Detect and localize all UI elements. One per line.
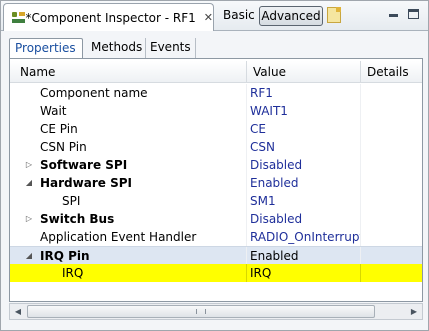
property-name: Software SPI (40, 158, 128, 172)
table-row[interactable]: IRQ IRQ (10, 264, 422, 282)
property-value[interactable]: SM1 (246, 192, 360, 210)
basic-button[interactable]: Basic (221, 8, 257, 24)
property-details (360, 120, 422, 138)
table-header: Name Value Details (10, 61, 422, 83)
column-header-details[interactable]: Details (360, 61, 422, 83)
property-value[interactable]: Enabled (246, 247, 360, 265)
minimize-icon[interactable] (389, 14, 398, 17)
properties-table: Name Value Details Component name RF1 Wait… (9, 58, 423, 302)
property-details (360, 210, 422, 228)
view-tab-title: *Component Inspector - RF1 (25, 10, 196, 25)
property-value[interactable]: WAIT1 (246, 102, 360, 120)
property-details (360, 138, 422, 156)
property-value[interactable]: CE (246, 120, 360, 138)
property-value[interactable]: Disabled (246, 210, 360, 228)
maximize-icon[interactable] (408, 9, 419, 19)
property-details (360, 84, 422, 102)
property-name: Component name (40, 86, 148, 100)
scroll-right-icon[interactable]: ▶ (406, 304, 422, 319)
property-value[interactable]: RF1 (246, 84, 360, 102)
tab-methods[interactable]: Methods (86, 38, 146, 59)
property-name: Hardware SPI (40, 176, 132, 190)
scrollbar-thumb[interactable] (27, 305, 375, 318)
property-name: CSN Pin (40, 140, 87, 154)
view-tab-component-inspector[interactable]: *Component Inspector - RF1 ✕ (3, 3, 214, 31)
property-name: Wait (40, 104, 67, 118)
scroll-left-icon[interactable]: ◀ (10, 304, 26, 319)
property-value[interactable]: Enabled (246, 174, 360, 192)
property-name: SPI (62, 194, 81, 208)
horizontal-scrollbar[interactable]: ◀ ▶ (9, 303, 423, 320)
column-header-value[interactable]: Value (246, 61, 360, 83)
property-value[interactable]: RADIO_OnInterrupt (246, 228, 360, 246)
property-value[interactable]: Disabled (246, 156, 360, 174)
table-row[interactable]: ▷ Software SPI Disabled (10, 156, 422, 174)
table-row[interactable]: Component name RF1 (10, 84, 422, 102)
property-details (360, 192, 422, 210)
table-body: Component name RF1 Wait WAIT1 CE Pin CE CSN Pi… (10, 84, 422, 282)
table-row[interactable]: CE Pin CE (10, 120, 422, 138)
table-row[interactable]: SPI SM1 (10, 192, 422, 210)
property-name: Switch Bus (40, 212, 115, 226)
tab-properties[interactable]: Properties (9, 38, 83, 59)
table-row[interactable]: ◢ IRQ Pin Enabled (10, 246, 422, 265)
property-value[interactable]: IRQ (246, 264, 360, 282)
property-name: Application Event Handler (40, 230, 197, 244)
property-details (360, 264, 422, 282)
property-details (360, 228, 422, 246)
property-details (360, 156, 422, 174)
notes-icon[interactable] (327, 7, 341, 23)
property-details (360, 247, 422, 265)
view-titlebar: *Component Inspector - RF1 ✕ Basic Advan… (1, 1, 428, 31)
component-inspector-icon (11, 10, 25, 26)
advanced-button[interactable]: Advanced (259, 6, 323, 26)
table-row[interactable]: ▷ Switch Bus Disabled (10, 210, 422, 228)
table-row[interactable]: Wait WAIT1 (10, 102, 422, 120)
table-row[interactable]: Application Event Handler RADIO_OnInterru… (10, 228, 422, 246)
property-details (360, 102, 422, 120)
property-name: IRQ (62, 266, 84, 280)
property-value[interactable]: CSN (246, 138, 360, 156)
property-name: IRQ Pin (40, 249, 90, 263)
inspector-tabs: Properties Methods Events (9, 38, 423, 59)
table-row[interactable]: ◢ Hardware SPI Enabled (10, 174, 422, 192)
property-details (360, 174, 422, 192)
table-row[interactable]: CSN Pin CSN (10, 138, 422, 156)
column-header-name[interactable]: Name (14, 61, 246, 83)
close-icon[interactable]: ✕ (204, 11, 213, 24)
tab-events[interactable]: Events (146, 38, 196, 59)
component-inspector-window: *Component Inspector - RF1 ✕ Basic Advan… (0, 0, 429, 331)
property-name: CE Pin (40, 122, 78, 136)
